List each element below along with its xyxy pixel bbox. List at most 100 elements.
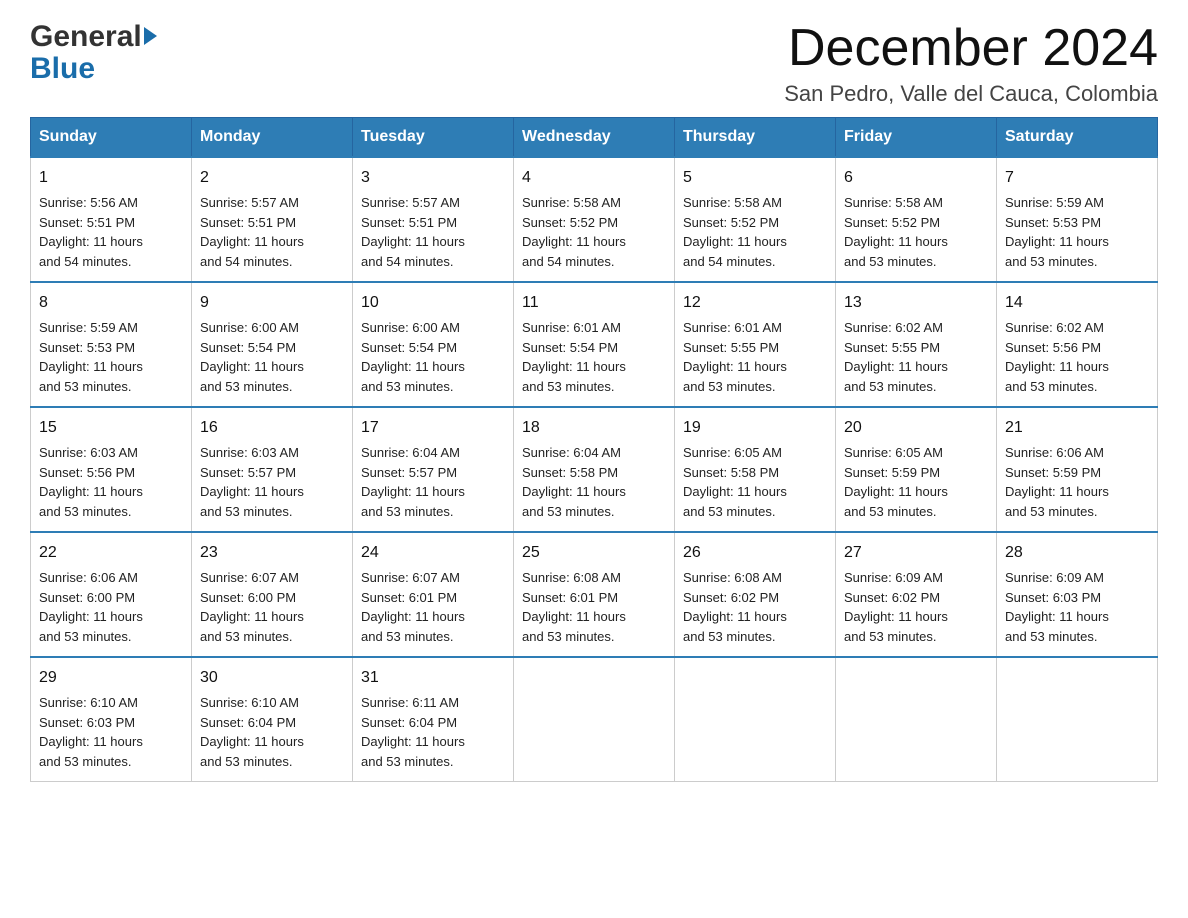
day-number: 23 — [200, 541, 344, 565]
day-number: 10 — [361, 291, 505, 315]
day-number: 21 — [1005, 416, 1149, 440]
day-info: Sunrise: 5:58 AMSunset: 5:52 PMDaylight:… — [683, 195, 787, 269]
day-cell-12: 12Sunrise: 6:01 AMSunset: 5:55 PMDayligh… — [675, 282, 836, 407]
day-cell-3: 3 Sunrise: 5:57 AMSunset: 5:51 PMDaylight… — [353, 157, 514, 282]
day-info: Sunrise: 6:07 AMSunset: 6:00 PMDaylight:… — [200, 570, 304, 644]
day-info: Sunrise: 5:57 AMSunset: 5:51 PMDaylight:… — [361, 195, 465, 269]
header-cell-saturday: Saturday — [997, 118, 1158, 158]
day-cell-22: 22 Sunrise: 6:06 AMSunset: 6:00 PMDayligh… — [31, 532, 192, 657]
day-cell-11: 11 Sunrise: 6:01 AMSunset: 5:54 PMDayligh… — [514, 282, 675, 407]
day-cell-5: 5 Sunrise: 5:58 AMSunset: 5:52 PMDaylight… — [675, 157, 836, 282]
calendar-table: SundayMondayTuesdayWednesdayThursdayFrid… — [30, 117, 1158, 782]
day-cell-17: 17 Sunrise: 6:04 AMSunset: 5:57 PMDayligh… — [353, 407, 514, 532]
day-info: Sunrise: 6:02 AMSunset: 5:56 PMDaylight:… — [1005, 320, 1109, 394]
day-number: 30 — [200, 666, 344, 690]
day-cell-1: 1 Sunrise: 5:56 AMSunset: 5:51 PMDaylight… — [31, 157, 192, 282]
day-info: Sunrise: 6:04 AMSunset: 5:57 PMDaylight:… — [361, 445, 465, 519]
empty-cell — [997, 657, 1158, 782]
day-number: 15 — [39, 416, 183, 440]
day-info: Sunrise: 6:05 AMSunset: 5:58 PMDaylight:… — [683, 445, 787, 519]
empty-cell — [836, 657, 997, 782]
day-cell-23: 23 Sunrise: 6:07 AMSunset: 6:00 PMDayligh… — [192, 532, 353, 657]
day-number: 25 — [522, 541, 666, 565]
day-cell-6: 6 Sunrise: 5:58 AMSunset: 5:52 PMDaylight… — [836, 157, 997, 282]
header-cell-friday: Friday — [836, 118, 997, 158]
day-cell-24: 24Sunrise: 6:07 AMSunset: 6:01 PMDayligh… — [353, 532, 514, 657]
day-info: Sunrise: 6:06 AMSunset: 5:59 PMDaylight:… — [1005, 445, 1109, 519]
header-cell-thursday: Thursday — [675, 118, 836, 158]
day-number: 5 — [683, 166, 827, 190]
day-number: 12 — [683, 291, 827, 315]
day-number: 4 — [522, 166, 666, 190]
day-cell-30: 30 Sunrise: 6:10 AMSunset: 6:04 PMDayligh… — [192, 657, 353, 782]
day-number: 9 — [200, 291, 344, 315]
day-number: 17 — [361, 416, 505, 440]
day-cell-18: 18Sunrise: 6:04 AMSunset: 5:58 PMDayligh… — [514, 407, 675, 532]
day-cell-31: 31Sunrise: 6:11 AMSunset: 6:04 PMDayligh… — [353, 657, 514, 782]
day-info: Sunrise: 6:08 AMSunset: 6:01 PMDaylight:… — [522, 570, 626, 644]
day-cell-9: 9Sunrise: 6:00 AMSunset: 5:54 PMDaylight… — [192, 282, 353, 407]
day-info: Sunrise: 6:09 AMSunset: 6:03 PMDaylight:… — [1005, 570, 1109, 644]
empty-cell — [514, 657, 675, 782]
day-number: 22 — [39, 541, 183, 565]
day-cell-28: 28 Sunrise: 6:09 AMSunset: 6:03 PMDayligh… — [997, 532, 1158, 657]
day-cell-4: 4Sunrise: 5:58 AMSunset: 5:52 PMDaylight… — [514, 157, 675, 282]
day-info: Sunrise: 6:08 AMSunset: 6:02 PMDaylight:… — [683, 570, 787, 644]
logo-arrow-icon — [144, 27, 157, 45]
week-row-2: 8 Sunrise: 5:59 AMSunset: 5:53 PMDaylight… — [31, 282, 1158, 407]
day-number: 14 — [1005, 291, 1149, 315]
day-cell-20: 20Sunrise: 6:05 AMSunset: 5:59 PMDayligh… — [836, 407, 997, 532]
day-cell-8: 8 Sunrise: 5:59 AMSunset: 5:53 PMDaylight… — [31, 282, 192, 407]
day-number: 31 — [361, 666, 505, 690]
header-cell-sunday: Sunday — [31, 118, 192, 158]
day-cell-14: 14 Sunrise: 6:02 AMSunset: 5:56 PMDayligh… — [997, 282, 1158, 407]
day-info: Sunrise: 6:10 AMSunset: 6:04 PMDaylight:… — [200, 695, 304, 769]
week-row-4: 22 Sunrise: 6:06 AMSunset: 6:00 PMDayligh… — [31, 532, 1158, 657]
header-cell-monday: Monday — [192, 118, 353, 158]
day-cell-2: 2Sunrise: 5:57 AMSunset: 5:51 PMDaylight… — [192, 157, 353, 282]
day-number: 6 — [844, 166, 988, 190]
main-title: December 2024 — [784, 20, 1158, 77]
logo-general-text: General — [30, 20, 157, 54]
day-number: 28 — [1005, 541, 1149, 565]
day-info: Sunrise: 6:00 AMSunset: 5:54 PMDaylight:… — [361, 320, 465, 394]
day-number: 20 — [844, 416, 988, 440]
logo-blue-text: Blue — [30, 52, 95, 86]
day-info: Sunrise: 5:57 AMSunset: 5:51 PMDaylight:… — [200, 195, 304, 269]
day-info: Sunrise: 6:02 AMSunset: 5:55 PMDaylight:… — [844, 320, 948, 394]
day-number: 19 — [683, 416, 827, 440]
day-cell-27: 27 Sunrise: 6:09 AMSunset: 6:02 PMDayligh… — [836, 532, 997, 657]
subtitle: San Pedro, Valle del Cauca, Colombia — [784, 81, 1158, 107]
day-info: Sunrise: 5:58 AMSunset: 5:52 PMDaylight:… — [844, 195, 948, 269]
day-cell-13: 13 Sunrise: 6:02 AMSunset: 5:55 PMDayligh… — [836, 282, 997, 407]
day-cell-19: 19 Sunrise: 6:05 AMSunset: 5:58 PMDayligh… — [675, 407, 836, 532]
day-info: Sunrise: 5:59 AMSunset: 5:53 PMDaylight:… — [39, 320, 143, 394]
day-cell-15: 15Sunrise: 6:03 AMSunset: 5:56 PMDayligh… — [31, 407, 192, 532]
day-info: Sunrise: 6:03 AMSunset: 5:57 PMDaylight:… — [200, 445, 304, 519]
day-cell-10: 10 Sunrise: 6:00 AMSunset: 5:54 PMDayligh… — [353, 282, 514, 407]
day-number: 3 — [361, 166, 505, 190]
day-info: Sunrise: 6:01 AMSunset: 5:54 PMDaylight:… — [522, 320, 626, 394]
day-info: Sunrise: 5:59 AMSunset: 5:53 PMDaylight:… — [1005, 195, 1109, 269]
day-info: Sunrise: 6:09 AMSunset: 6:02 PMDaylight:… — [844, 570, 948, 644]
day-number: 29 — [39, 666, 183, 690]
day-number: 13 — [844, 291, 988, 315]
day-number: 1 — [39, 166, 183, 190]
day-number: 11 — [522, 291, 666, 315]
title-block: December 2024 San Pedro, Valle del Cauca… — [784, 20, 1158, 107]
day-info: Sunrise: 6:06 AMSunset: 6:00 PMDaylight:… — [39, 570, 143, 644]
day-cell-16: 16Sunrise: 6:03 AMSunset: 5:57 PMDayligh… — [192, 407, 353, 532]
week-row-5: 29Sunrise: 6:10 AMSunset: 6:03 PMDayligh… — [31, 657, 1158, 782]
day-info: Sunrise: 5:56 AMSunset: 5:51 PMDaylight:… — [39, 195, 143, 269]
day-number: 8 — [39, 291, 183, 315]
week-row-1: 1 Sunrise: 5:56 AMSunset: 5:51 PMDaylight… — [31, 157, 1158, 282]
header-cell-tuesday: Tuesday — [353, 118, 514, 158]
day-number: 26 — [683, 541, 827, 565]
day-number: 27 — [844, 541, 988, 565]
day-number: 7 — [1005, 166, 1149, 190]
day-number: 18 — [522, 416, 666, 440]
day-info: Sunrise: 6:07 AMSunset: 6:01 PMDaylight:… — [361, 570, 465, 644]
header-cell-wednesday: Wednesday — [514, 118, 675, 158]
day-cell-21: 21 Sunrise: 6:06 AMSunset: 5:59 PMDayligh… — [997, 407, 1158, 532]
page-header: General Blue December 2024 San Pedro, Va… — [30, 20, 1158, 107]
